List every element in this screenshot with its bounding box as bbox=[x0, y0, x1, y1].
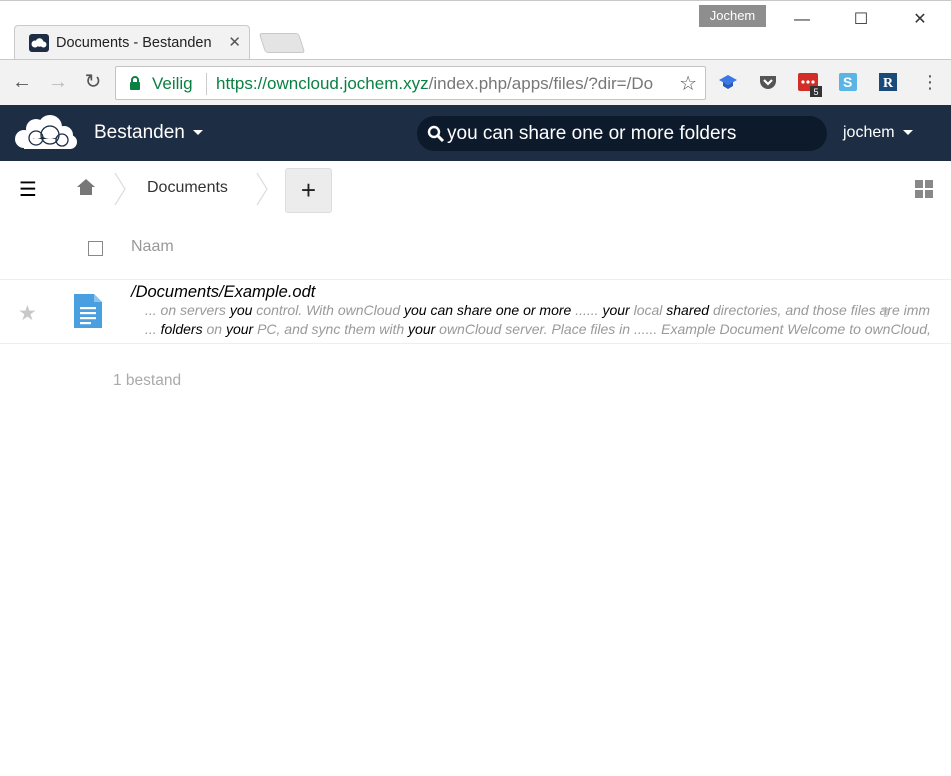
address-bar[interactable]: Veilig https://owncloud.jochem.xyz/index… bbox=[115, 66, 706, 100]
breadcrumb-separator bbox=[114, 172, 126, 206]
close-window-icon[interactable]: ✕ bbox=[897, 7, 943, 33]
caret-down-icon bbox=[902, 130, 913, 136]
search-excerpt-line-2: ... folders on your PC, and sync them wi… bbox=[145, 321, 931, 337]
share-icon[interactable]: ⇪ bbox=[880, 304, 892, 321]
graduation-cap-icon[interactable] bbox=[718, 72, 738, 92]
s-extension-icon[interactable]: S bbox=[838, 72, 858, 92]
favorite-star-icon[interactable]: ★ bbox=[18, 301, 37, 326]
tab-close-icon[interactable]: ✕ bbox=[228, 33, 241, 51]
extension-badge: 5 bbox=[814, 87, 819, 97]
document-file-icon[interactable] bbox=[72, 292, 104, 330]
lastpass-icon[interactable]: 5 bbox=[797, 72, 823, 98]
search-box[interactable] bbox=[417, 116, 827, 151]
table-row[interactable]: ★ /Documents/Example.odt ... on servers … bbox=[0, 280, 951, 344]
owncloud-header: Bestanden jochem bbox=[0, 105, 951, 161]
r-extension-icon[interactable]: R bbox=[878, 72, 898, 92]
excerpt-match: your bbox=[408, 321, 436, 337]
file-list-header: Naam bbox=[0, 217, 951, 280]
excerpt-match: shared bbox=[666, 302, 710, 318]
profile-button[interactable]: Jochem bbox=[699, 5, 766, 27]
lock-icon bbox=[130, 76, 140, 90]
caret-down-icon bbox=[192, 130, 203, 136]
new-tab-button[interactable] bbox=[258, 33, 306, 53]
owncloud-logo-icon[interactable] bbox=[14, 115, 78, 151]
security-label: Veilig bbox=[152, 74, 193, 93]
bookmark-star-icon[interactable]: ☆ bbox=[679, 71, 697, 96]
hamburger-menu-icon[interactable]: ☰ bbox=[19, 177, 37, 202]
breadcrumb-documents[interactable]: Documents bbox=[147, 179, 228, 197]
forward-icon[interactable]: → bbox=[46, 70, 70, 94]
app-menu-button[interactable]: Bestanden bbox=[94, 122, 203, 144]
excerpt-text: ownCloud server. Place files in ...... E… bbox=[435, 321, 931, 337]
search-excerpt-line-1: ... on servers you control. With ownClou… bbox=[145, 302, 930, 318]
column-name-header[interactable]: Naam bbox=[131, 238, 174, 256]
browser-toolbar: ← → ↻ Veilig https://owncloud.jochem.xyz… bbox=[0, 59, 951, 105]
excerpt-text: control. With ownCloud bbox=[252, 302, 404, 318]
browser-tab[interactable]: Documents - Bestanden ✕ bbox=[14, 25, 250, 61]
excerpt-text: local bbox=[629, 302, 667, 318]
files-controls: ☰ Documents + bbox=[0, 161, 951, 217]
pocket-icon[interactable] bbox=[758, 72, 778, 92]
maximize-icon[interactable]: ☐ bbox=[838, 7, 884, 33]
excerpt-match: folders bbox=[160, 321, 203, 337]
select-all-checkbox[interactable] bbox=[88, 241, 103, 256]
excerpt-text: ... bbox=[145, 321, 161, 337]
excerpt-text: directories, and those files are imm bbox=[709, 302, 931, 318]
reload-icon[interactable]: ↻ bbox=[81, 70, 105, 94]
tab-title: Documents - Bestanden bbox=[56, 35, 212, 51]
excerpt-text: ...... bbox=[571, 302, 603, 318]
excerpt-match: your bbox=[225, 321, 254, 337]
user-menu-button[interactable]: jochem bbox=[843, 124, 913, 142]
excerpt-text: on bbox=[202, 321, 226, 337]
excerpt-text: PC, and sync them with bbox=[253, 321, 409, 337]
excerpt-match: you bbox=[229, 302, 253, 318]
excerpt-text: ... on servers bbox=[145, 302, 230, 318]
user-name: jochem bbox=[843, 124, 895, 141]
app-name: Bestanden bbox=[94, 122, 185, 143]
grid-view-icon[interactable] bbox=[915, 180, 933, 198]
new-file-button[interactable]: + bbox=[285, 168, 332, 213]
url-text[interactable]: https://owncloud.jochem.xyz/index.php/ap… bbox=[216, 74, 671, 94]
excerpt-match: you can share one or more bbox=[404, 302, 572, 318]
home-icon[interactable] bbox=[76, 178, 96, 196]
file-count-summary: 1 bestand bbox=[113, 372, 182, 389]
owncloud-favicon-icon bbox=[29, 34, 49, 52]
browser-menu-icon[interactable]: ⋮ bbox=[918, 70, 942, 94]
file-name[interactable]: /Documents/Example.odt bbox=[131, 283, 315, 302]
svg-text:S: S bbox=[843, 74, 852, 90]
search-input[interactable] bbox=[447, 119, 817, 148]
breadcrumb-separator bbox=[256, 172, 268, 206]
excerpt-match: your bbox=[602, 302, 630, 318]
minimize-icon[interactable]: — bbox=[779, 7, 825, 33]
search-icon bbox=[427, 125, 445, 143]
url-host: https://owncloud.jochem.xyz bbox=[216, 74, 429, 93]
svg-text:R: R bbox=[883, 76, 894, 91]
url-path: /index.php/apps/files/?dir=/Do bbox=[428, 74, 654, 93]
back-icon[interactable]: ← bbox=[10, 70, 34, 94]
address-separator bbox=[206, 73, 207, 95]
browser-titlebar: Documents - Bestanden ✕ Jochem — ☐ ✕ bbox=[0, 0, 951, 61]
